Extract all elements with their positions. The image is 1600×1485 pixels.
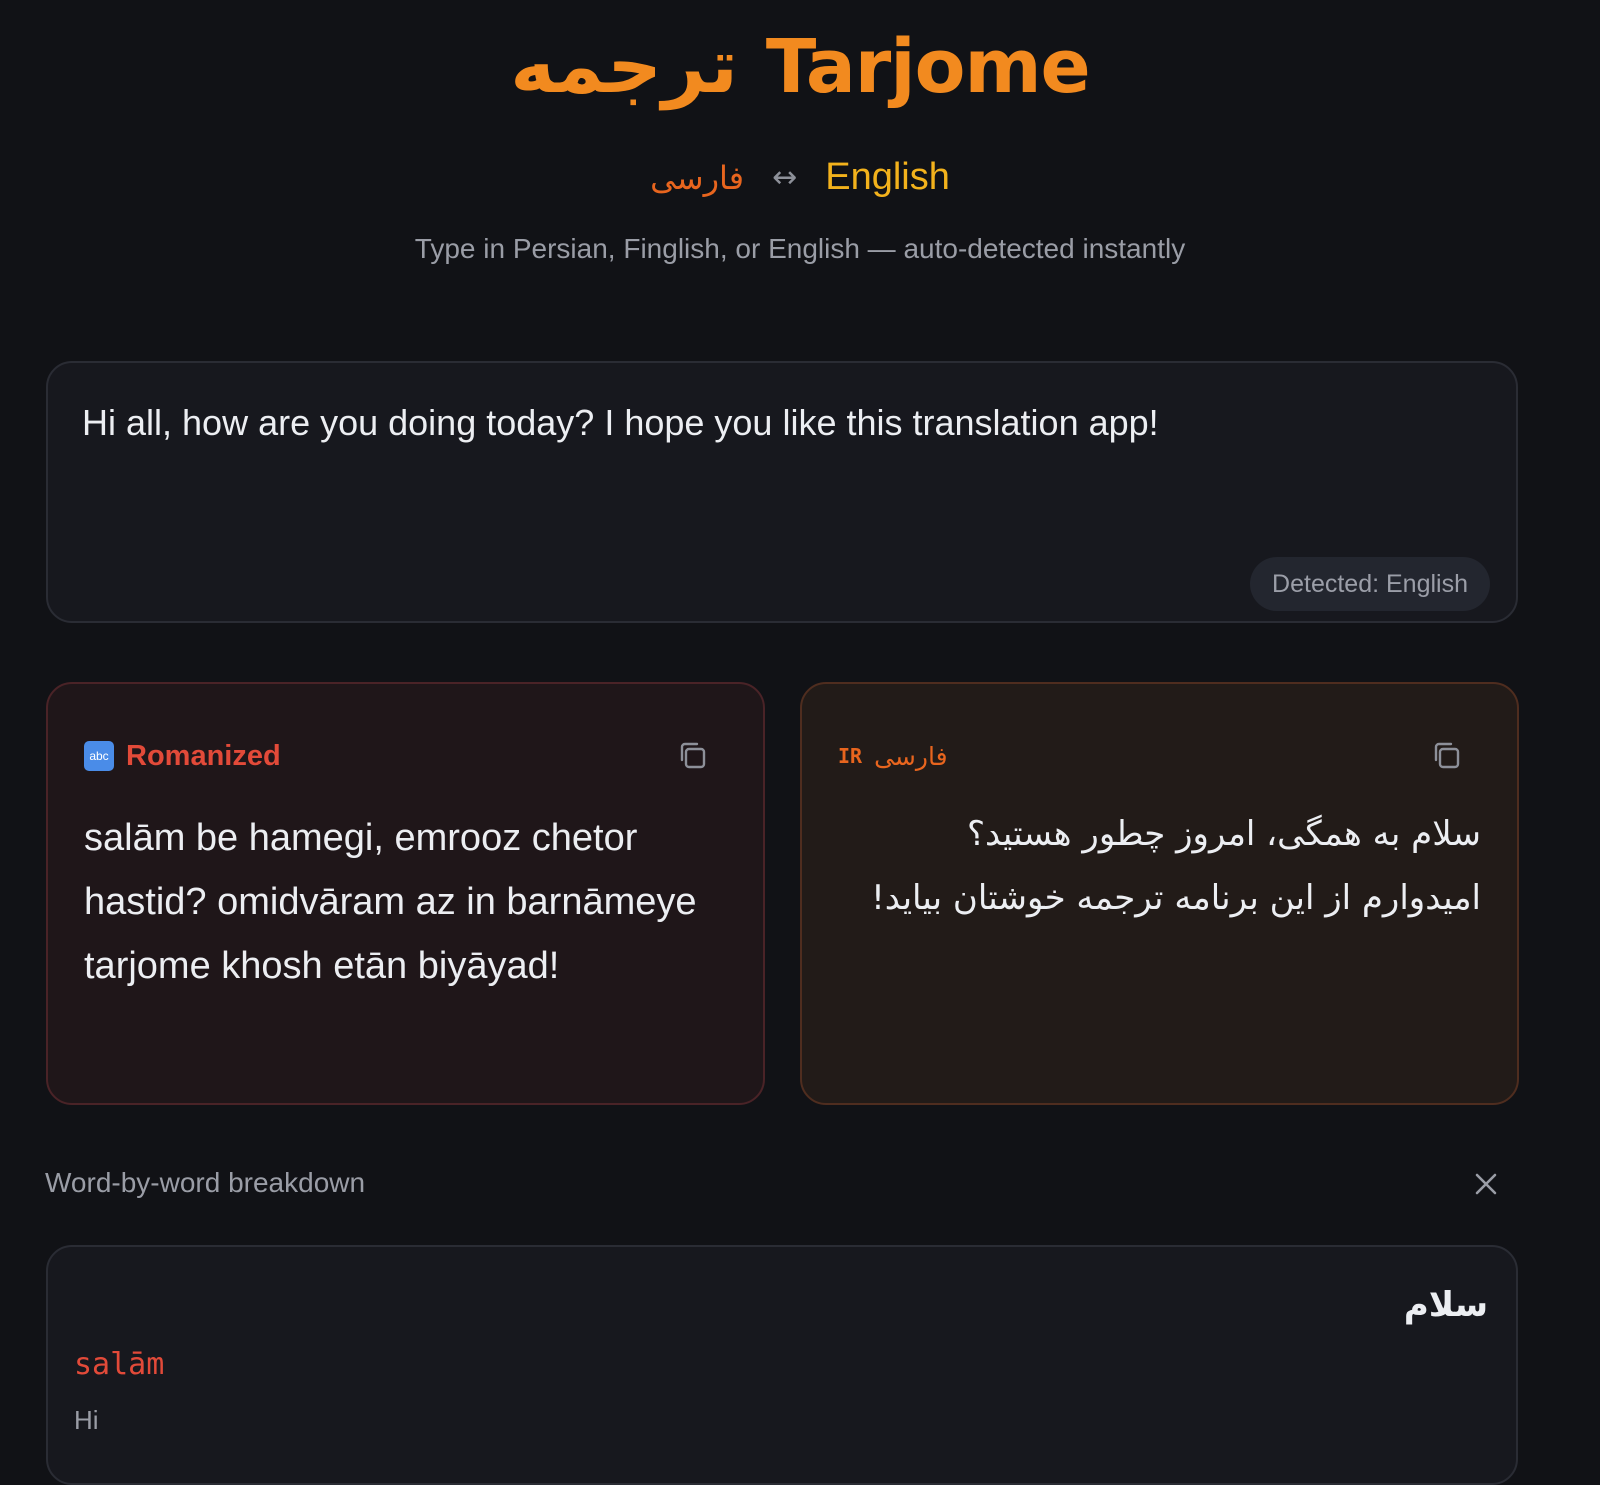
farsi-text: سلام به همگی، امروز چطور هستید؟ امیدوارم… xyxy=(871,814,1481,918)
word-breakdown-card: سلام salām Hi xyxy=(46,1245,1518,1485)
input-card[interactable]: Hi all, how are you doing today? I hope … xyxy=(46,361,1518,623)
swap-arrow-icon: ↔ xyxy=(772,160,798,195)
copy-icon xyxy=(680,742,706,769)
language-english: English xyxy=(825,156,950,198)
close-breakdown-button[interactable] xyxy=(1468,1166,1504,1202)
word-persian: سلام xyxy=(1403,1285,1488,1325)
app-title-english: Tarjome xyxy=(765,24,1091,110)
romanized-label: Romanized xyxy=(126,739,281,772)
language-persian: فارسی xyxy=(650,158,745,197)
abc-icon: abc xyxy=(84,741,114,771)
copy-romanized-button[interactable] xyxy=(675,738,711,774)
romanized-text: salām be hamegi, emrooz chetor hastid? o… xyxy=(84,817,697,987)
word-romanized: salām xyxy=(74,1347,165,1382)
iran-flag-icon: IR xyxy=(838,744,863,768)
word-english: Hi xyxy=(74,1405,99,1435)
language-pair: فارسی ↔ English xyxy=(0,156,1600,199)
copy-icon xyxy=(1434,742,1460,769)
romanized-card-header: abc Romanized xyxy=(84,734,727,778)
app-subtitle: Type in Persian, Finglish, or English — … xyxy=(414,233,1186,264)
farsi-card: IR فارسی سلام به همگی، امروز چطور هستید؟… xyxy=(800,682,1519,1105)
app-title-persian: ترجمه xyxy=(510,21,738,110)
word-breakdown-title: Word-by-word breakdown xyxy=(45,1167,366,1198)
farsi-label-group: IR فارسی xyxy=(838,734,948,778)
romanized-label-group: abc Romanized xyxy=(84,734,281,778)
copy-farsi-button[interactable] xyxy=(1429,738,1465,774)
close-icon xyxy=(1475,1173,1497,1195)
app-title: ترجمه Tarjome xyxy=(0,21,1600,110)
detected-language-badge: Detected: English xyxy=(1250,557,1490,611)
farsi-label: فارسی xyxy=(874,741,948,771)
source-text-input[interactable]: Hi all, how are you doing today? I hope … xyxy=(82,401,1482,444)
romanized-card: abc Romanized salām be hamegi, emrooz ch… xyxy=(46,682,765,1105)
farsi-card-header: IR فارسی xyxy=(838,734,1481,778)
